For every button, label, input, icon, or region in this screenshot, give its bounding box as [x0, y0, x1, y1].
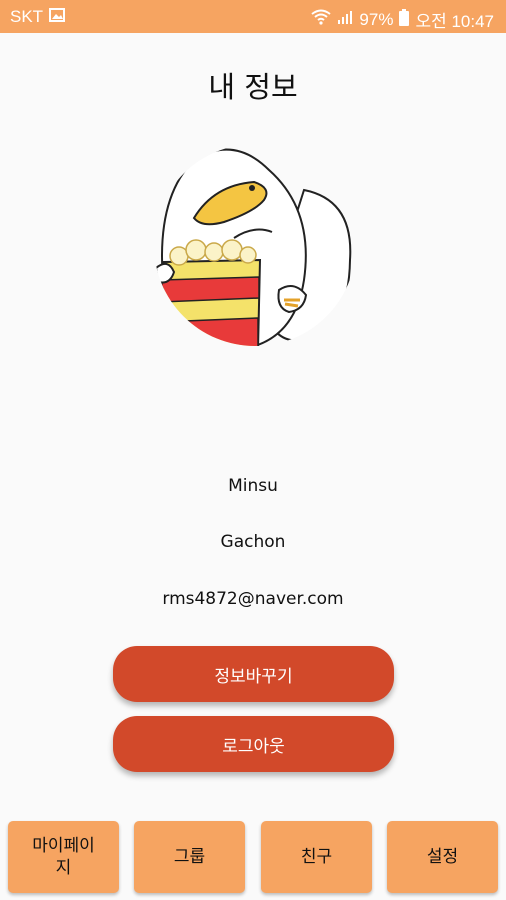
nav-friends-button[interactable]: 친구 — [261, 821, 372, 893]
profile-email: rms4872@naver.com — [162, 589, 344, 609]
carrier-label: SKT — [10, 7, 44, 26]
battery-icon — [399, 8, 410, 31]
signal-icon — [337, 9, 353, 30]
clock: 오전 10:47 — [415, 12, 494, 31]
page-title: 내 정보 — [208, 70, 298, 104]
nav-group-button[interactable]: 그룹 — [134, 821, 245, 893]
nav-mypage-label: 마이페이 지 — [32, 836, 95, 878]
profile-school: Gachon — [220, 532, 286, 552]
nav-settings-button[interactable]: 설정 — [387, 821, 498, 893]
image-notification-icon — [49, 7, 66, 27]
wifi-icon — [311, 9, 332, 30]
nav-settings-label: 설정 — [426, 847, 459, 867]
edit-info-button[interactable]: 정보바꾸기 — [113, 646, 394, 702]
logout-button[interactable]: 로그아웃 — [113, 716, 394, 772]
nav-group-label: 그룹 — [173, 847, 206, 867]
profile-name: Minsu — [228, 476, 278, 496]
battery-percent: 97% — [359, 9, 394, 29]
status-bar: SKT 97% 오전 10:47 — [0, 0, 506, 33]
avatar[interactable] — [154, 140, 356, 350]
nav-friends-label: 친구 — [300, 847, 333, 867]
nav-mypage-button[interactable]: 마이페이 지 — [8, 821, 119, 893]
